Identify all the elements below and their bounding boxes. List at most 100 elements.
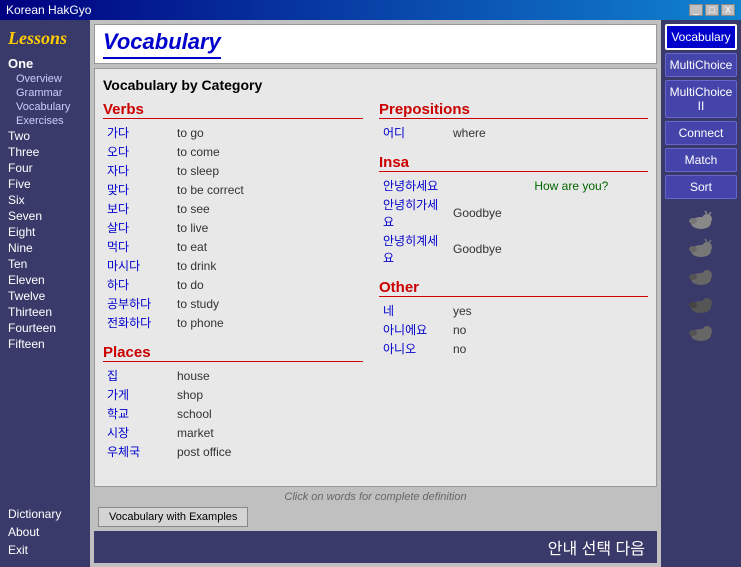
animal-decorations	[665, 210, 737, 344]
table-row[interactable]: 아니오 no	[379, 339, 648, 358]
close-button[interactable]: X	[721, 4, 735, 16]
table-row[interactable]: 학교 school	[103, 404, 363, 423]
lessons-title: Lessons	[0, 24, 90, 55]
nav-multichoice-button[interactable]: MultiChoice	[665, 53, 737, 77]
title-bar: Korean HakGyo _ □ X	[0, 0, 741, 20]
table-row[interactable]: 아니에요 no	[379, 320, 648, 339]
korean-bar-text: 안내 선택 다음	[548, 535, 645, 559]
table-row[interactable]: 어디 where	[379, 123, 648, 142]
sidebar-sub-exercises[interactable]: Exercises	[0, 114, 90, 128]
nav-sort-button[interactable]: Sort	[665, 175, 737, 199]
korean-word[interactable]: 우체국	[103, 442, 173, 461]
insa-title: Insa	[379, 154, 648, 172]
title-bar-controls[interactable]: _ □ X	[689, 4, 735, 16]
table-row[interactable]: 우체국 post office	[103, 442, 363, 461]
korean-word[interactable]: 시장	[103, 423, 173, 442]
table-row[interactable]: 살다 to live	[103, 218, 363, 237]
korean-word[interactable]: 집	[103, 366, 173, 385]
sidebar-item-fifteen[interactable]: Fifteen	[0, 336, 90, 352]
animal-icon-1	[687, 210, 715, 232]
sidebar-item-five[interactable]: Five	[0, 176, 90, 192]
table-row[interactable]: 네 yes	[379, 301, 648, 320]
maximize-button[interactable]: □	[705, 4, 719, 16]
vocab-examples-button[interactable]: Vocabulary with Examples	[98, 507, 248, 527]
nav-connect-button[interactable]: Connect	[665, 121, 737, 145]
korean-word[interactable]: 보다	[103, 199, 173, 218]
sidebar-item-four[interactable]: Four	[0, 160, 90, 176]
korean-word[interactable]: 오다	[103, 142, 173, 161]
korean-word[interactable]: 살다	[103, 218, 173, 237]
korean-word[interactable]: 가다	[103, 123, 173, 142]
nav-vocabulary-button[interactable]: Vocabulary	[665, 24, 737, 50]
english-word: Goodbye	[449, 231, 530, 267]
sidebar-item-fourteen[interactable]: Fourteen	[0, 320, 90, 336]
animal-icon-5	[687, 322, 715, 344]
page-title: Vocabulary	[103, 29, 221, 59]
table-row[interactable]: 가게 shop	[103, 385, 363, 404]
table-row[interactable]: 맞다 to be correct	[103, 180, 363, 199]
sidebar-item-nine[interactable]: Nine	[0, 240, 90, 256]
places-table: 집 house 가게 shop 학교 schoo	[103, 366, 363, 461]
english-word: to live	[173, 218, 363, 237]
english-word: to phone	[173, 313, 363, 332]
korean-word[interactable]: 안녕하세요	[379, 176, 449, 195]
korean-word[interactable]: 어디	[379, 123, 449, 142]
table-row[interactable]: 오다 to come	[103, 142, 363, 161]
nav-multichoice2-button[interactable]: MultiChoice II	[665, 80, 737, 118]
sidebar-sub-vocabulary[interactable]: Vocabulary	[0, 100, 90, 114]
table-row[interactable]: 안녕히가세요 Goodbye	[379, 195, 648, 231]
english-word: to sleep	[173, 161, 363, 180]
sidebar-item-one[interactable]: One	[0, 55, 90, 72]
korean-word[interactable]: 아니오	[379, 339, 449, 358]
sidebar-item-eight[interactable]: Eight	[0, 224, 90, 240]
korean-word[interactable]: 하다	[103, 275, 173, 294]
korean-word[interactable]: 안녕히가세요	[379, 195, 449, 231]
korean-word[interactable]: 공부하다	[103, 294, 173, 313]
sidebar-item-three[interactable]: Three	[0, 144, 90, 160]
table-row[interactable]: 전화하다 to phone	[103, 313, 363, 332]
korean-word[interactable]: 가게	[103, 385, 173, 404]
prepositions-section: Prepositions 어디 where	[379, 101, 648, 142]
korean-word[interactable]: 맞다	[103, 180, 173, 199]
korean-word[interactable]: 자다	[103, 161, 173, 180]
korean-word[interactable]: 네	[379, 301, 449, 320]
about-link[interactable]: About	[8, 523, 82, 541]
table-row[interactable]: 마시다 to drink	[103, 256, 363, 275]
korean-word[interactable]: 마시다	[103, 256, 173, 275]
table-row[interactable]: 자다 to sleep	[103, 161, 363, 180]
minimize-button[interactable]: _	[689, 4, 703, 16]
korean-word[interactable]: 학교	[103, 404, 173, 423]
sidebar-item-eleven[interactable]: Eleven	[0, 272, 90, 288]
table-row[interactable]: 보다 to see	[103, 199, 363, 218]
main-layout: Lessons One Overview Grammar Vocabulary …	[0, 20, 741, 567]
sidebar-item-seven[interactable]: Seven	[0, 208, 90, 224]
sidebar-item-two[interactable]: Two	[0, 128, 90, 144]
sidebar-sub-grammar[interactable]: Grammar	[0, 86, 90, 100]
table-row[interactable]: 집 house	[103, 366, 363, 385]
dictionary-link[interactable]: Dictionary	[8, 505, 82, 523]
table-row[interactable]: 먹다 to eat	[103, 237, 363, 256]
korean-word[interactable]: 먹다	[103, 237, 173, 256]
nav-match-button[interactable]: Match	[665, 148, 737, 172]
korean-word[interactable]: 아니에요	[379, 320, 449, 339]
table-row[interactable]: 안녕히계세요 Goodbye	[379, 231, 648, 267]
vocab-container: Vocabulary by Category Verbs 가다 to go	[94, 68, 657, 487]
sidebar-item-twelve[interactable]: Twelve	[0, 288, 90, 304]
sidebar-item-ten[interactable]: Ten	[0, 256, 90, 272]
korean-word[interactable]: 안녕히계세요	[379, 231, 449, 267]
english-word: to come	[173, 142, 363, 161]
sidebar-sub-overview[interactable]: Overview	[0, 72, 90, 86]
table-row[interactable]: 하다 to do	[103, 275, 363, 294]
table-row[interactable]: 가다 to go	[103, 123, 363, 142]
table-row[interactable]: 안녕하세요 How are you?	[379, 176, 648, 195]
click-hint: Click on words for complete definition	[98, 491, 653, 503]
table-row[interactable]: 공부하다 to study	[103, 294, 363, 313]
english-word: no	[449, 339, 648, 358]
sidebar-item-six[interactable]: Six	[0, 192, 90, 208]
sidebar-item-thirteen[interactable]: Thirteen	[0, 304, 90, 320]
vocab-by-category: Vocabulary by Category	[103, 77, 648, 93]
table-row[interactable]: 시장 market	[103, 423, 363, 442]
english-word: house	[173, 366, 363, 385]
korean-word[interactable]: 전화하다	[103, 313, 173, 332]
exit-link[interactable]: Exit	[8, 541, 82, 559]
